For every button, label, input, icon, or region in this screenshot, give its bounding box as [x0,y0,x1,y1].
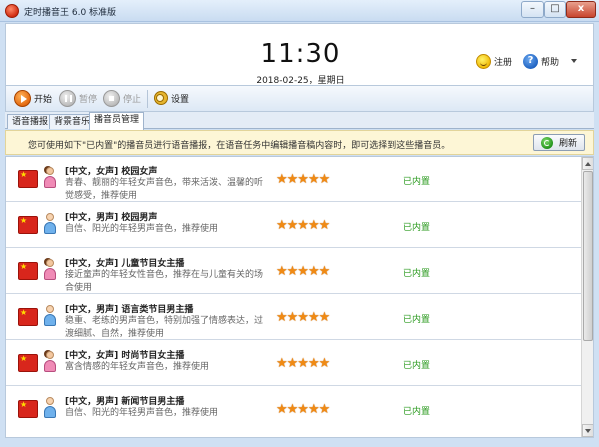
china-flag-icon [18,262,38,280]
list-item[interactable]: [中文，男声] 语言类节目男主播 稳重、老练的男声音色，特别加强了情感表达，过渡… [6,295,581,340]
settings-button[interactable]: 设置 [152,89,189,108]
help-label: 帮助 [541,57,560,68]
refresh-button[interactable]: 刷新 [533,134,585,151]
help-dropdown-icon[interactable] [571,59,577,63]
status-badge: 已内置 [403,177,431,187]
voice-description: 青春、靓丽的年轻女声音色，带来活泼、温馨的听觉感受，推荐使用 [65,178,264,201]
rating-stars: ★★★★★ [276,172,330,187]
status-badge: 已内置 [403,223,431,233]
maximize-button[interactable]: □ [544,1,566,18]
china-flag-icon [18,170,38,188]
female-voice-icon [44,167,56,191]
tab-voice-broadcast[interactable]: 语音播报 [7,114,54,129]
toolbar: 开始 暂停 停止 设置 [5,86,594,112]
play-icon [14,90,31,107]
stop-button[interactable]: 停止 [103,89,141,108]
announcer-list: [中文，女声] 校园女声 青春、靓丽的年轻女声音色，带来活泼、温馨的听觉感受，推… [5,156,594,438]
minimize-button[interactable]: – [521,1,544,18]
scroll-down-icon[interactable] [582,424,593,437]
status-badge: 已内置 [403,269,431,279]
list-item[interactable]: [中文，男声] 校园男声 自信、阳光的年轻男声音色，推荐使用 ★★★★★ 已内置 [6,203,581,248]
voice-name: [中文，男声] 新闻节目男主播 [65,397,185,407]
vertical-scrollbar[interactable] [581,157,593,437]
smiley-icon [476,53,491,69]
china-flag-icon [18,308,38,326]
rating-stars: ★★★★★ [276,310,330,325]
settings-label: 设置 [171,95,190,105]
tab-strip: 语音播报 背景音乐 播音员管理 [5,112,594,130]
toolbar-divider [147,90,148,108]
voice-name: [中文，男声] 校园男声 [65,213,158,223]
clock-header: 11:30 2018-02-25，星期日 注册 ? 帮助 [5,23,594,86]
info-bar: 您可使用如下"已内置"的播音员进行语音播报，在语音任务中编辑播音稿内容时，即可选… [5,130,594,155]
scrollbar-thumb[interactable] [583,171,593,341]
info-message: 您可使用如下"已内置"的播音员进行语音播报，在语音任务中编辑播音稿内容时，即可选… [28,141,451,151]
status-badge: 已内置 [403,315,431,325]
list-item[interactable]: [中文，男声] 新闻节目男主播 自信、阳光的年轻男声音色，推荐使用 ★★★★★ … [6,387,581,432]
status-badge: 已内置 [403,407,431,417]
male-voice-icon [44,397,56,421]
register-label: 注册 [494,57,513,68]
voice-description: 接近童声的年轻女性音色，推荐在与儿童有关的场合使用 [65,270,264,293]
refresh-label: 刷新 [558,139,577,149]
pause-icon [59,90,76,107]
china-flag-icon [18,216,38,234]
settings-icon [152,90,168,107]
tab-announcer-management[interactable]: 播音员管理 [89,112,145,130]
stop-label: 停止 [123,95,142,105]
start-button[interactable]: 开始 [14,89,52,108]
list-item[interactable]: [中文，女声] 时尚节目女主播 富含情感的年轻女声音色，推荐使用 ★★★★★ 已… [6,341,581,386]
female-voice-icon [44,259,56,283]
pause-label: 暂停 [79,95,98,105]
stop-icon [103,90,120,107]
start-label: 开始 [34,95,53,105]
china-flag-icon [18,354,38,372]
rating-stars: ★★★★★ [276,218,330,233]
rating-stars: ★★★★★ [276,356,330,371]
pause-button[interactable]: 暂停 [59,89,97,108]
scroll-up-icon[interactable] [582,157,593,170]
close-button[interactable]: x [566,1,596,18]
voice-description: 富含情感的年轻女声音色，推荐使用 [65,362,210,372]
status-badge: 已内置 [403,361,431,371]
list-item[interactable]: [中文，女声] 校园女声 青春、靓丽的年轻女声音色，带来活泼、温馨的听觉感受，推… [6,157,581,202]
title-bar: 定时播音王 6.0 标准版 – □ x [0,0,599,22]
voice-name: [中文，男声] 语言类节目男主播 [65,305,194,315]
voice-name: [中文，女声] 校园女声 [65,167,158,177]
rating-stars: ★★★★★ [276,264,330,279]
list-item[interactable]: [中文，女声] 儿童节目女主播 接近童声的年轻女性音色，推荐在与儿童有关的场合使… [6,249,581,294]
window-title: 定时播音王 6.0 标准版 [24,8,117,18]
clock-date: 2018-02-25，星期日 [256,76,345,86]
register-link[interactable]: 注册 [476,53,512,69]
refresh-icon [540,136,553,149]
voice-name: [中文，女声] 时尚节目女主播 [65,351,185,361]
voice-description: 自信、阳光的年轻男声音色，推荐使用 [65,408,219,418]
male-voice-icon [44,305,56,329]
voice-description: 自信、阳光的年轻男声音色，推荐使用 [65,224,219,234]
voice-description: 稳重、老练的男声音色，特别加强了情感表达，过渡细腻、自然，推荐使用 [65,316,264,339]
rating-stars: ★★★★★ [276,402,330,417]
female-voice-icon [44,351,56,375]
help-link[interactable]: ? 帮助 [523,53,559,69]
voice-name: [中文，女声] 儿童节目女主播 [65,259,185,269]
male-voice-icon [44,213,56,237]
help-icon: ? [523,53,538,69]
app-logo-icon [5,4,19,18]
china-flag-icon [18,400,38,418]
